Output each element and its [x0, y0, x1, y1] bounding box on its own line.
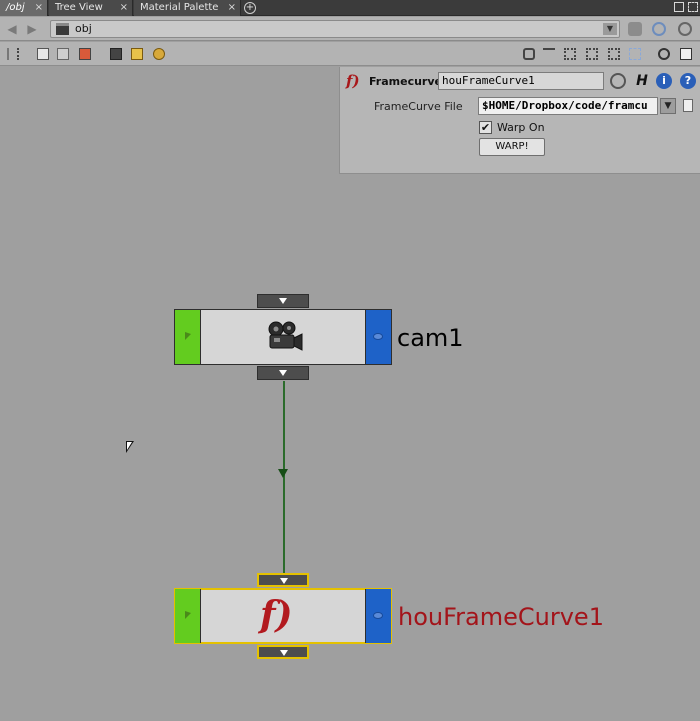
eye-icon: [373, 333, 383, 340]
node-label-cam1[interactable]: cam1: [397, 324, 464, 352]
parameter-panel: f) Framecurve houFrameCurve1 H i ? Frame…: [339, 67, 700, 174]
mouse-cursor-icon: [126, 441, 134, 453]
layout-vertical-icon[interactable]: [523, 48, 535, 60]
add-tab-icon[interactable]: +: [244, 2, 256, 14]
triangle-down-icon: [280, 578, 288, 584]
home-icon[interactable]: [680, 48, 692, 60]
close-icon[interactable]: ×: [228, 0, 236, 16]
triangle-down-icon: [279, 298, 287, 304]
back-arrow-icon[interactable]: ◀: [5, 22, 19, 36]
warp-on-label: Warp On: [497, 121, 545, 134]
tab-material-palette[interactable]: Material Palette ×: [134, 0, 241, 16]
gear-icon[interactable]: [610, 73, 626, 89]
tab-tree-view[interactable]: Tree View ×: [49, 0, 133, 16]
framecurve-icon: f): [260, 594, 293, 636]
tab-label: Tree View: [55, 2, 103, 13]
node-output-connector[interactable]: [257, 366, 309, 380]
chevron-down-icon[interactable]: ▼: [660, 98, 676, 114]
thumbnail-icon[interactable]: [110, 48, 122, 60]
framecurve-file-field[interactable]: $HOME/Dropbox/code/framcu: [478, 97, 658, 115]
network-path-field[interactable]: obj ▼: [50, 20, 620, 38]
eye-icon: [373, 612, 383, 619]
tab-label: Material Palette: [140, 2, 219, 13]
bypass-flag[interactable]: [175, 310, 201, 364]
tab-label: /obj: [6, 2, 25, 13]
file-chooser-icon[interactable]: [683, 99, 693, 112]
gear-icon[interactable]: [678, 22, 692, 36]
node-houframecurve1[interactable]: f): [174, 573, 392, 659]
network-toolbar: [0, 42, 700, 66]
sticky-note-icon[interactable]: [131, 48, 143, 60]
layout-tree-icon[interactable]: [564, 48, 576, 60]
node-input-connector[interactable]: [257, 294, 309, 308]
node-wire[interactable]: [283, 381, 285, 577]
list-icon[interactable]: [37, 48, 49, 60]
tab-obj[interactable]: /obj ×: [0, 0, 48, 16]
path-text: obj: [75, 22, 92, 35]
hscript-help-icon[interactable]: H: [634, 73, 650, 89]
camera-icon: [268, 321, 303, 351]
toolbar-grip: [7, 48, 9, 60]
node-label-houframecurve1[interactable]: houFrameCurve1: [398, 603, 604, 631]
network-editor-window: /obj × Tree View × Material Palette × + …: [0, 0, 700, 721]
spreadsheet-icon[interactable]: [79, 48, 91, 60]
network-view-icon[interactable]: [57, 48, 69, 60]
network-box-icon[interactable]: [153, 48, 165, 60]
display-flag[interactable]: [365, 310, 391, 364]
warp-on-checkbox[interactable]: ✔: [479, 121, 492, 134]
node-name-field[interactable]: houFrameCurve1: [438, 72, 604, 90]
node-input-connector[interactable]: [257, 573, 309, 587]
close-icon[interactable]: ×: [35, 0, 43, 16]
pointer-icon: [185, 332, 191, 340]
forward-arrow-icon[interactable]: ▶: [25, 22, 39, 36]
layout-selected-icon[interactable]: [608, 48, 620, 60]
zoom-icon[interactable]: [658, 48, 670, 60]
node-cam1[interactable]: [174, 294, 392, 380]
info-icon[interactable]: i: [656, 73, 672, 89]
warp-button[interactable]: WARP!: [479, 138, 545, 156]
pin-icon[interactable]: [628, 22, 642, 36]
bypass-flag[interactable]: [175, 589, 201, 643]
layout-branch-icon[interactable]: [586, 48, 598, 60]
tree-icon[interactable]: [17, 48, 29, 60]
clapperboard-icon: [56, 23, 69, 35]
wire-arrow-icon: [278, 469, 288, 478]
node-type-label: Framecurve: [369, 75, 442, 88]
layout-horizontal-icon[interactable]: [543, 48, 555, 60]
framecurve-type-icon[interactable]: f): [346, 72, 360, 90]
pointer-icon: [185, 611, 191, 619]
framecurve-file-label: FrameCurve File: [374, 100, 463, 113]
pane-menu-icon[interactable]: [688, 2, 698, 12]
triangle-down-icon: [280, 650, 288, 656]
link-icon[interactable]: [652, 22, 666, 36]
help-icon[interactable]: ?: [680, 73, 696, 89]
path-bar: ◀ ▶ obj ▼: [0, 17, 700, 41]
grid-icon[interactable]: [629, 48, 641, 60]
display-flag[interactable]: [365, 589, 391, 643]
maximize-icon[interactable]: [674, 2, 684, 12]
node-output-connector[interactable]: [257, 645, 309, 659]
pane-tab-bar: /obj × Tree View × Material Palette × +: [0, 0, 700, 16]
triangle-down-icon: [279, 370, 287, 376]
chevron-down-icon[interactable]: ▼: [603, 23, 617, 35]
close-icon[interactable]: ×: [120, 0, 128, 16]
